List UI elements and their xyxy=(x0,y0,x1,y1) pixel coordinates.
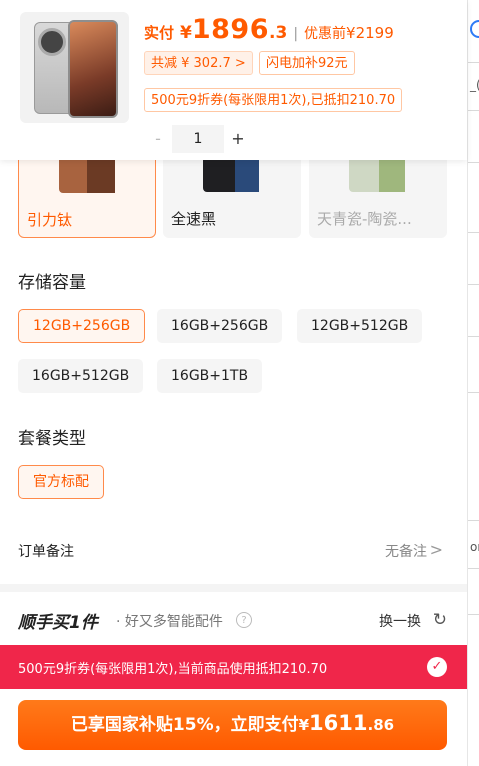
pay-button-amount-decimal: .86 xyxy=(367,716,395,734)
product-thumbnail xyxy=(20,12,129,123)
quantity-increase-button[interactable]: + xyxy=(224,125,252,153)
background-page-strip: _( on xyxy=(467,0,479,766)
section-divider xyxy=(0,584,467,592)
storage-title: 存储容量 xyxy=(18,273,86,293)
quantity-value[interactable]: 1 xyxy=(172,125,224,153)
addon-brand: 顺手买1件 xyxy=(18,613,98,633)
order-note-row[interactable]: 订单备注 无备注 > xyxy=(0,531,467,571)
original-price: ¥2199 xyxy=(346,24,394,42)
storage-option-12-256[interactable]: 12GB+256GB xyxy=(18,309,146,343)
refresh-button[interactable]: 换一换 xyxy=(379,611,421,631)
pay-label: 实付 xyxy=(144,24,175,42)
bundle-option-standard[interactable]: 官方标配 xyxy=(18,465,104,499)
pay-currency: ¥ xyxy=(180,23,192,43)
pay-amount: 1896 xyxy=(191,14,270,45)
storage-option-16-1tb[interactable]: 16GB+1TB xyxy=(157,359,263,393)
coupon-applied-tag: 500元9折券(每张限用1次),已抵扣210.70 xyxy=(144,88,403,112)
order-note-label: 订单备注 xyxy=(18,544,74,560)
original-price-label: 优惠前 xyxy=(304,26,347,42)
check-icon[interactable]: ✓ xyxy=(427,657,447,677)
chevron-right-icon: > xyxy=(429,540,443,559)
pay-button-currency: ¥ xyxy=(298,716,310,734)
bundle-title: 套餐类型 xyxy=(18,429,86,449)
color-option-label: 全速黑 xyxy=(171,210,217,228)
storage-option-16-256[interactable]: 16GB+256GB xyxy=(157,309,283,343)
background-text-2: on xyxy=(470,540,479,554)
storage-option-16-512[interactable]: 16GB+512GB xyxy=(18,359,144,393)
camera-icon xyxy=(38,28,66,56)
background-text: _( xyxy=(470,78,479,92)
quantity-decrease-button[interactable]: - xyxy=(144,125,172,153)
refresh-icon[interactable]: ↻ xyxy=(433,610,447,630)
quantity-stepper: - 1 + xyxy=(144,125,252,153)
price-separator: | xyxy=(293,26,299,42)
color-option-titanium[interactable]: 引力钛 xyxy=(18,150,156,238)
help-icon[interactable]: ? xyxy=(236,612,252,628)
color-option-celadon[interactable]: 天青瓷-陶瓷... xyxy=(309,150,447,238)
purchase-sheet: 引力钛 全速黑 天青瓷-陶瓷... 存储容量 12GB+256GB 16GB+2… xyxy=(0,0,467,766)
coupon-banner[interactable]: 500元9折券(每张限用1次),当前商品使用抵扣210.70 ✓ xyxy=(0,645,467,689)
total-discount-tag[interactable]: 共减 ¥ 302.7 > xyxy=(144,51,253,75)
order-note-value: 无备注 xyxy=(385,544,427,560)
background-circle-icon xyxy=(470,20,479,38)
pay-button-amount: 1611 xyxy=(309,711,368,735)
product-summary-header: 实付 ¥ 1896 .3 | 优惠前 ¥2199 共减 ¥ 302.7 > 闪电… xyxy=(0,0,467,160)
color-option-black[interactable]: 全速黑 xyxy=(163,150,301,238)
storage-option-12-512[interactable]: 12GB+512GB xyxy=(297,309,423,343)
pay-now-button[interactable]: 已享国家补贴15%，立即支付 ¥ 1611 .86 xyxy=(18,700,447,750)
color-option-label: 引力钛 xyxy=(27,211,73,229)
addon-subtitle: · 好又多智能配件 xyxy=(116,614,223,630)
flash-subsidy-tag: 闪电加补92元 xyxy=(259,51,355,75)
addon-header: 顺手买1件 · 好又多智能配件 ? 换一换 ↻ xyxy=(0,600,467,640)
pay-amount-decimal: .3 xyxy=(269,23,288,43)
price-row: 实付 ¥ 1896 .3 | 优惠前 ¥2199 xyxy=(144,14,394,45)
coupon-banner-text: 500元9折券(每张限用1次),当前商品使用抵扣210.70 xyxy=(18,662,328,677)
color-option-label: 天青瓷-陶瓷... xyxy=(317,210,412,228)
pay-button-label: 已享国家补贴15%，立即支付 xyxy=(70,715,299,735)
